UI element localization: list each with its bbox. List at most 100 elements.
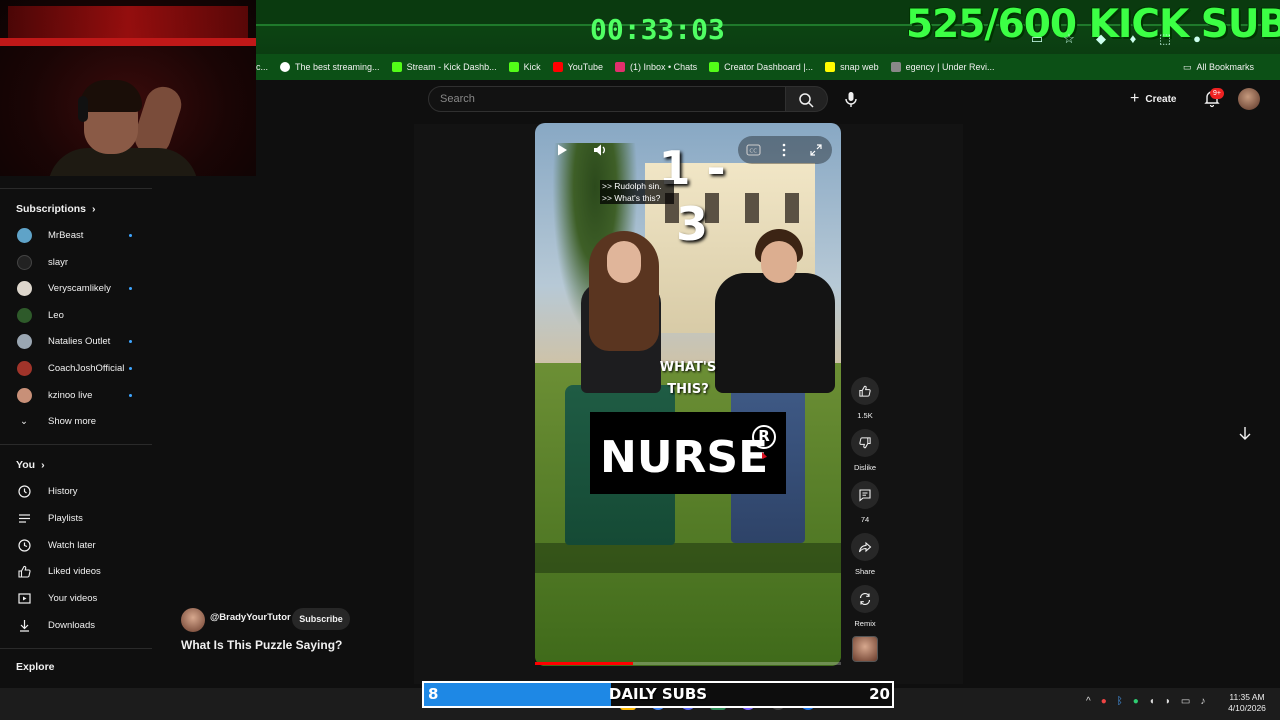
sidebar-item-show-more[interactable]: ⌄ Show more <box>16 408 136 434</box>
channel-avatar <box>16 360 32 376</box>
channel-avatar <box>16 227 32 243</box>
profile-icon[interactable]: ● <box>1190 32 1204 46</box>
notifications-badge: 9+ <box>1210 88 1224 99</box>
create-label: Create <box>1145 93 1177 105</box>
captions-button[interactable]: CC <box>743 140 763 160</box>
sidebar-item-slayr[interactable]: slayr <box>16 249 136 275</box>
comments-button[interactable] <box>851 481 879 509</box>
sidebar-item-liked-videos[interactable]: Liked videos <box>16 558 136 584</box>
extension-icon[interactable]: ◆ <box>1094 32 1108 46</box>
puzzle-word: NURSE <box>600 432 769 483</box>
channel-avatar[interactable] <box>181 608 205 632</box>
kick-icon <box>391 62 402 72</box>
speaker-icon[interactable]: ♪ <box>1200 696 1205 707</box>
extension-icon[interactable]: ♦ <box>1126 32 1140 46</box>
short-title[interactable]: What Is This Puzzle Saying? <box>181 638 342 652</box>
new-content-dot <box>129 367 132 370</box>
daily-subs-progress <box>424 683 611 706</box>
fullscreen-button[interactable] <box>806 140 826 160</box>
create-button[interactable]: + Create <box>1130 88 1176 110</box>
clock-date: 4/10/2026 <box>1228 703 1266 713</box>
sidebar-item-coachjoshofficial[interactable]: CoachJoshOfficial <box>16 355 136 381</box>
download-icon <box>16 617 32 633</box>
chevron-up-icon[interactable]: ^ <box>1086 696 1091 707</box>
divider <box>0 648 152 649</box>
dislike-action[interactable]: Dislike <box>850 429 880 472</box>
channel-handle[interactable]: @BradyYourTutor <box>210 612 291 623</box>
explore-heading: Explore <box>16 661 55 673</box>
daily-subs-current: 8 <box>428 685 439 703</box>
daily-subs-target: 20 <box>869 685 890 703</box>
like-action[interactable]: 1.5K <box>850 377 880 420</box>
volume-icon[interactable]: ◗ <box>1165 696 1171 707</box>
tray-app-icon[interactable]: ● <box>1101 696 1107 707</box>
bookmark-item[interactable]: (1) Inbox • Chats <box>614 54 698 80</box>
you-heading[interactable]: You › <box>16 459 45 471</box>
voice-search-button[interactable] <box>840 88 862 110</box>
stream-timer: 00:33:03 <box>590 13 725 46</box>
share-action[interactable]: Share <box>850 533 880 576</box>
sidebar-item-history[interactable]: History <box>16 478 136 504</box>
thumbs-up-icon <box>859 385 871 397</box>
bookmark-label: YouTube <box>567 62 603 72</box>
bookmark-label: (1) Inbox • Chats <box>629 62 698 72</box>
search-button[interactable] <box>786 86 828 112</box>
clock-time: 11:35 AM <box>1229 692 1265 702</box>
bookmark-item[interactable]: YouTube <box>552 54 603 80</box>
bookmark-item[interactable]: Kick <box>508 54 541 80</box>
sidebar-item-mrbeast[interactable]: MrBeast <box>16 222 136 248</box>
share-button[interactable] <box>851 533 879 561</box>
subscriptions-heading[interactable]: Subscriptions › <box>16 203 96 215</box>
remix-action[interactable]: Remix <box>850 585 880 628</box>
like-button[interactable] <box>851 377 879 405</box>
bluetooth-icon[interactable]: ᛒ <box>1117 696 1123 707</box>
sidebar-item-playlists[interactable]: Playlists <box>16 505 136 531</box>
you-heading-label: You <box>16 459 36 471</box>
more-vertical-icon <box>782 143 786 157</box>
star-icon[interactable]: ☆ <box>1062 32 1076 46</box>
caption-line: >> Rudolph sin. <box>602 181 662 191</box>
sidebar-item-veryscamlikely[interactable]: Veryscamlikely <box>16 275 136 301</box>
person-face <box>761 241 797 283</box>
subscribe-button[interactable]: Subscribe <box>292 608 350 630</box>
bookmark-item[interactable]: c... <box>256 54 268 80</box>
sidebar-item-watch-later[interactable]: Watch later <box>16 532 136 558</box>
sidebar-item-downloads[interactable]: Downloads <box>16 612 136 638</box>
mic-icon[interactable]: ◖ <box>1149 696 1155 707</box>
snapchat-icon <box>825 62 836 72</box>
network-icon[interactable]: ▭ <box>1181 696 1190 707</box>
search-input[interactable]: Search <box>428 86 786 112</box>
cast-icon[interactable]: ▭ <box>1030 32 1044 46</box>
playlists-icon <box>16 510 32 526</box>
account-avatar[interactable] <box>1238 88 1260 110</box>
comments-action[interactable]: 74 <box>850 481 880 524</box>
bookmark-item[interactable]: The best streaming... <box>280 54 380 80</box>
bookmark-item[interactable]: egency | Under Revi... <box>890 54 994 80</box>
divider <box>0 188 152 189</box>
bookmark-item[interactable]: Stream - Kick Dashb... <box>391 54 497 80</box>
more-options-button[interactable] <box>774 140 794 160</box>
sidebar-item-your-videos[interactable]: Your videos <box>16 585 136 611</box>
puzzle-icon[interactable]: ⬚ <box>1158 32 1172 46</box>
bookmark-item[interactable]: snap web <box>825 54 879 80</box>
sidebar-item-leo[interactable]: Leo <box>16 302 136 328</box>
youtube-icon <box>552 62 563 72</box>
remix-button[interactable] <box>851 585 879 613</box>
all-bookmarks-label: All Bookmarks <box>1196 62 1254 72</box>
dislike-button[interactable] <box>851 429 879 457</box>
volume-button[interactable] <box>590 140 610 160</box>
next-short-button[interactable] <box>1236 424 1254 442</box>
sidebar-item-natalies-outlet[interactable]: Natalies Outlet <box>16 328 136 354</box>
divider <box>0 444 152 445</box>
sidebar-item-kzinoo-live[interactable]: kzinoo live <box>16 382 136 408</box>
new-content-dot <box>129 287 132 290</box>
play-button[interactable] <box>552 140 572 160</box>
all-bookmarks[interactable]: ▭ All Bookmarks <box>1183 54 1254 80</box>
tray-app-icon[interactable]: ● <box>1133 696 1139 707</box>
sidebar-item-label: Playlists <box>48 512 83 524</box>
channel-avatar[interactable] <box>852 636 878 662</box>
system-clock[interactable]: 11:35 AM 4/10/2026 <box>1224 692 1270 714</box>
bookmark-item[interactable]: Creator Dashboard |... <box>709 54 813 80</box>
channel-name: Veryscamlikely <box>48 282 111 294</box>
chevron-right-icon: › <box>92 203 96 215</box>
